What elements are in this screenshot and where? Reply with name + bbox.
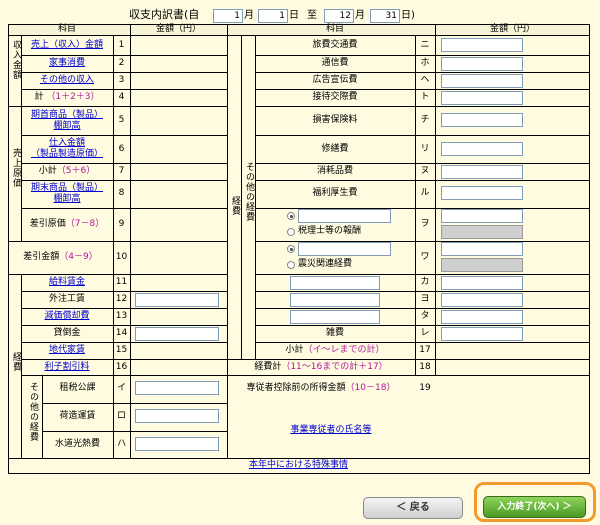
wo-amount-disabled — [441, 225, 523, 239]
expenses-group-label: 経費 — [11, 352, 21, 372]
misc-amount-input[interactable] — [441, 327, 523, 341]
subtotal-expenses-label: 小計（イ～レまでの計） — [285, 345, 385, 355]
entertainment-amount-input[interactable] — [441, 91, 523, 105]
link-salaries[interactable]: 給料賃金 — [21, 277, 113, 288]
custom-item-name-input-yo[interactable] — [290, 293, 380, 307]
net-amount-label: 差引金額（4－9） — [23, 252, 98, 262]
custom-item-radio-wo[interactable] — [287, 212, 295, 220]
supplies-amount-input[interactable] — [441, 165, 523, 179]
finish-input-next-button[interactable]: 入力終了(次へ) ＞ — [483, 496, 586, 518]
outsourcing-amount-input[interactable] — [135, 293, 219, 307]
custom-item-name-input-ka[interactable] — [290, 276, 380, 290]
insurance-amount-input[interactable] — [441, 113, 523, 127]
to-day-input[interactable]: 31 — [370, 9, 400, 23]
cost-of-sales-label: 差引原価（7－8） — [29, 219, 105, 229]
utilities-amount-input[interactable] — [135, 437, 219, 451]
link-rent[interactable]: 地代家賃 — [21, 345, 113, 356]
repairs-amount-input[interactable] — [441, 142, 523, 156]
income-group-label: 収入金額 — [11, 40, 21, 80]
total-expenses-label: 経費計（11～16までの計＋17） — [254, 362, 388, 372]
from-day-input[interactable]: 1 — [258, 9, 288, 23]
bad-debt-amount-input[interactable] — [135, 327, 219, 341]
mid-expenses-label: 経費 — [230, 196, 240, 216]
link-sales[interactable]: 売上（収入）金額 — [21, 40, 113, 51]
advertising-amount-input[interactable] — [441, 74, 523, 88]
from-month-input[interactable]: 1 — [213, 9, 243, 23]
other-expenses-group-label: その他の経費 — [28, 382, 38, 442]
wa-amount-disabled — [441, 258, 523, 272]
link-purchases[interactable]: 仕入金額 — [21, 138, 113, 149]
cogs-group-label: 売上原価 — [11, 148, 21, 188]
link-other-income[interactable]: その他の収入 — [21, 75, 113, 86]
disaster-expense-radio[interactable] — [287, 261, 295, 269]
subtotal-cogs-label: 小計（5＋6） — [38, 166, 96, 176]
tax-accountant-fee-radio[interactable] — [287, 228, 295, 236]
wo-amount-input[interactable] — [441, 209, 523, 223]
custom-item-radio-wa[interactable] — [287, 245, 295, 253]
ta-amount-input[interactable] — [441, 310, 523, 324]
page-title: 収支内訳書(自 — [129, 8, 200, 21]
link-family-employees[interactable]: 事業専従者の氏名等 — [227, 425, 435, 436]
travel-amount-input[interactable] — [441, 38, 523, 52]
custom-item-name-input-wo[interactable] — [298, 209, 391, 223]
back-button[interactable]: ＜ 戻る — [363, 497, 463, 519]
total-income-label: 計 （1＋2＋3） — [34, 92, 100, 102]
link-special-circumstances[interactable]: 本年中における特殊事情 — [8, 460, 589, 471]
ka-amount-input[interactable] — [441, 276, 523, 290]
to-month-input[interactable]: 12 — [324, 9, 354, 23]
yo-amount-input[interactable] — [441, 293, 523, 307]
link-depreciation[interactable]: 減価償却費 — [21, 311, 113, 322]
packing-freight-amount-input[interactable] — [135, 409, 219, 423]
income-before-deduction-label: 専従者控除前の所得金額（10－18） — [246, 383, 396, 393]
welfare-amount-input[interactable] — [441, 186, 523, 200]
link-household-use[interactable]: 家事消費 — [21, 58, 113, 69]
taxes-amount-input[interactable] — [135, 381, 219, 395]
link-interest[interactable]: 利子割引料 — [21, 362, 113, 373]
communication-amount-input[interactable] — [441, 57, 523, 71]
custom-item-name-input-ta[interactable] — [290, 310, 380, 324]
mid-other-expenses-label: その他の経費 — [244, 162, 254, 222]
link-closing-inventory[interactable]: 期末商品（製品） — [21, 183, 113, 194]
link-opening-inventory[interactable]: 期首商品（製品） — [21, 110, 113, 121]
custom-item-name-input-wa[interactable] — [298, 242, 391, 256]
wa-amount-input[interactable] — [441, 242, 523, 256]
